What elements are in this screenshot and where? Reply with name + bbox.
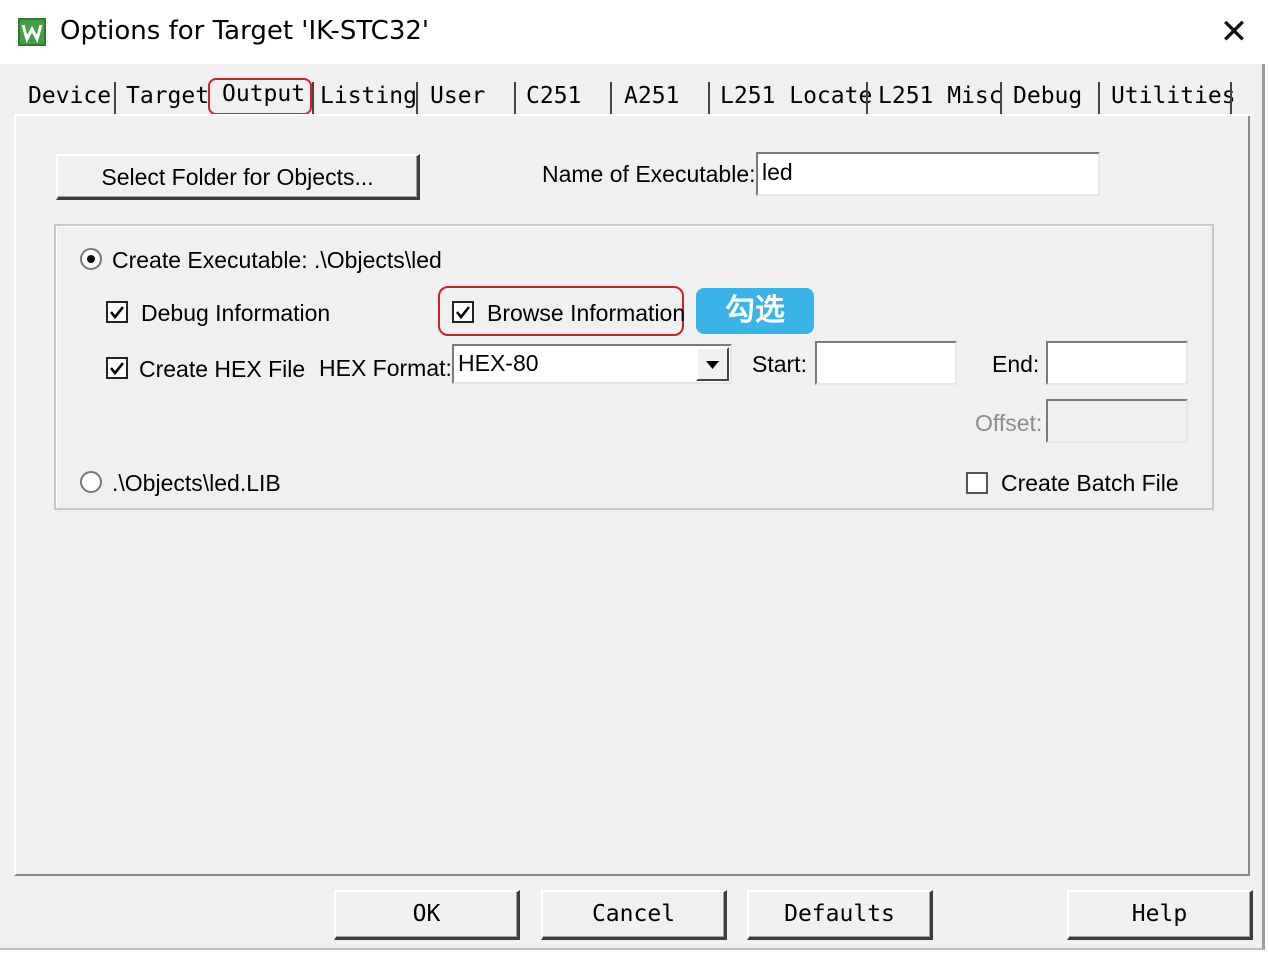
- name-of-executable-input[interactable]: led: [756, 152, 1100, 196]
- start-label: Start:: [752, 351, 807, 377]
- check-icon: [455, 306, 471, 320]
- tab-output-highlight: [208, 78, 312, 115]
- tab-l251-misc[interactable]: L251 Misc: [868, 78, 1003, 114]
- tab-listing[interactable]: Listing: [310, 78, 417, 114]
- check-icon: [109, 306, 125, 320]
- keil-uvision-icon: [18, 18, 46, 46]
- create-batch-file-checkbox[interactable]: [966, 472, 988, 494]
- debug-information-label: Debug Information: [141, 300, 331, 326]
- debug-information-checkbox[interactable]: [106, 301, 128, 323]
- select-folder-button[interactable]: Select Folder for Objects...: [56, 154, 420, 200]
- ok-button[interactable]: OK: [334, 890, 520, 940]
- hex-format-label: HEX Format:: [319, 355, 452, 381]
- browse-information-label: Browse Information: [487, 300, 686, 326]
- create-library-label: .\Objects\led.LIB: [112, 470, 281, 496]
- window-title: Options for Target 'IK-STC32': [60, 16, 430, 46]
- name-of-executable-label: Name of Executable:: [542, 161, 756, 187]
- tab-separator: [416, 82, 418, 114]
- tab-target[interactable]: Target: [116, 78, 209, 114]
- create-library-radio[interactable]: [80, 471, 102, 493]
- tab-utilities[interactable]: Utilities: [1101, 78, 1236, 114]
- hex-format-dropdown-button[interactable]: [696, 347, 729, 381]
- offset-label: Offset:: [975, 410, 1043, 436]
- defaults-button[interactable]: Defaults: [747, 890, 933, 940]
- help-button[interactable]: Help: [1067, 890, 1253, 940]
- end-address-input[interactable]: [1046, 341, 1188, 385]
- tab-separator: [610, 82, 612, 114]
- tab-separator: [1000, 82, 1002, 114]
- browse-information-checkbox[interactable]: [452, 301, 474, 323]
- create-executable-label: Create Executable: .\Objects\led: [112, 247, 442, 273]
- tab-c251[interactable]: C251: [516, 78, 581, 114]
- create-executable-radio[interactable]: [80, 248, 102, 270]
- close-icon[interactable]: ✕: [1214, 12, 1254, 52]
- tab-a251[interactable]: A251: [614, 78, 679, 114]
- offset-input: [1046, 399, 1188, 443]
- hex-format-select[interactable]: HEX-80: [452, 344, 732, 384]
- tab-device[interactable]: Device: [18, 78, 111, 114]
- end-label: End:: [992, 351, 1040, 377]
- tab-user[interactable]: User: [420, 78, 485, 114]
- create-hex-file-label: Create HEX File: [139, 356, 306, 382]
- tab-l251-locate[interactable]: L251 Locate: [710, 78, 872, 114]
- tab-debug[interactable]: Debug: [1003, 78, 1082, 114]
- tab-separator: [1230, 82, 1232, 114]
- chevron-down-icon: [706, 361, 719, 369]
- annotation-badge: 勾选: [696, 288, 814, 334]
- cancel-button[interactable]: Cancel: [541, 890, 727, 940]
- radio-selected-dot: [87, 255, 95, 263]
- create-batch-file-label: Create Batch File: [1001, 470, 1179, 496]
- create-hex-file-checkbox[interactable]: [106, 357, 128, 379]
- start-address-input[interactable]: [815, 341, 957, 385]
- check-icon: [109, 362, 125, 376]
- tab-separator: [1098, 82, 1100, 114]
